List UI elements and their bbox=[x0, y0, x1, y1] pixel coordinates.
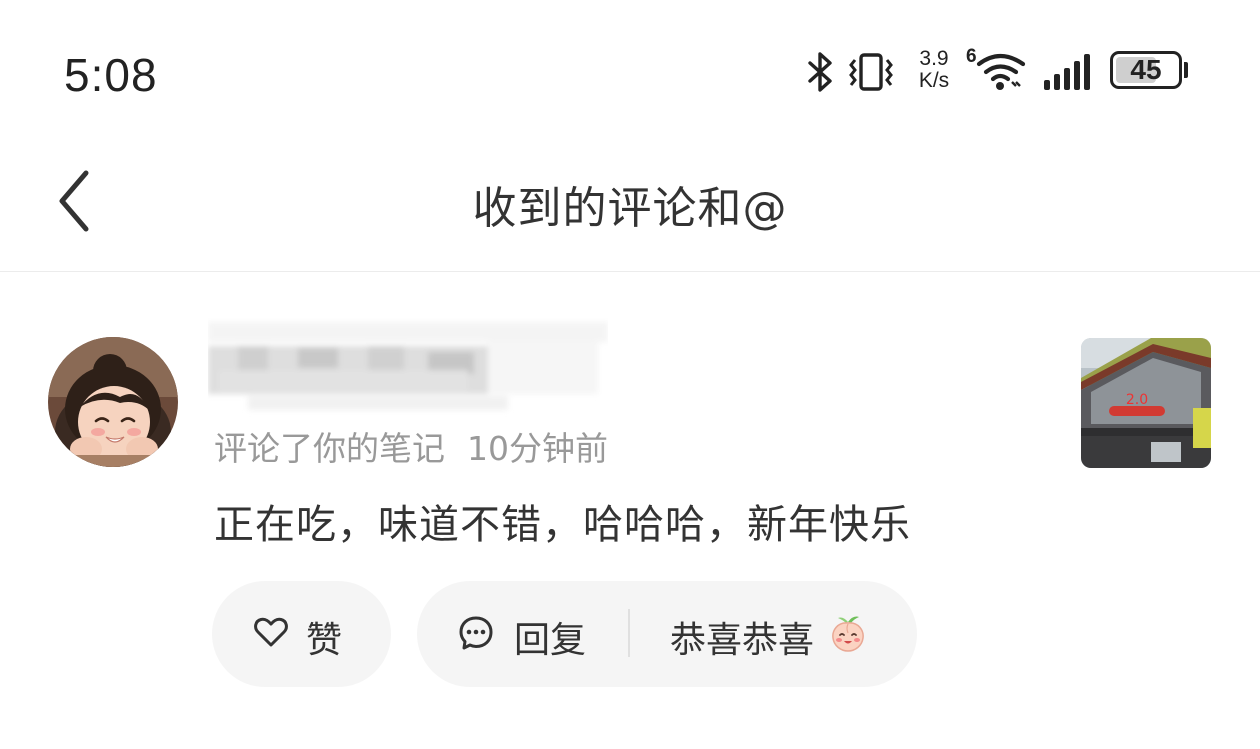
network-speed: 3.9 K/s bbox=[912, 48, 956, 92]
page-title: 收到的评论和@ bbox=[472, 183, 788, 234]
battery-icon: 45 bbox=[1110, 51, 1182, 89]
comment-text[interactable]: 正在吃，味道不错，哈哈哈，新年快乐 bbox=[214, 492, 911, 550]
username-blurred[interactable] bbox=[208, 318, 608, 418]
like-label[interactable]: 赞 bbox=[306, 611, 342, 663]
comment-time: 10分钟前 bbox=[467, 429, 608, 468]
bluetooth-icon bbox=[808, 52, 832, 92]
vibrate-icon bbox=[849, 53, 893, 91]
wifi-icon bbox=[976, 53, 1026, 90]
battery-level: 45 bbox=[1130, 54, 1162, 85]
peach-face-emoji-icon[interactable] bbox=[829, 613, 867, 653]
note-thumbnail[interactable]: 2.0 bbox=[1081, 338, 1211, 468]
wifi-badge: 6 bbox=[966, 46, 977, 67]
comment-action: 评论了你的笔记 bbox=[214, 429, 445, 468]
reply-label[interactable]: 回复 bbox=[514, 611, 586, 663]
header-divider bbox=[0, 271, 1260, 272]
like-button[interactable] bbox=[212, 581, 391, 687]
status-icons: 3.9 K/s 6 45 bbox=[800, 44, 1200, 104]
battery-tip bbox=[1184, 62, 1188, 78]
screen: 5:08 3.9 K/s 6 45 收到的评论和@ 评论了你的笔记 10分钟前 … bbox=[0, 0, 1260, 749]
comment-meta: 评论了你的笔记 10分钟前 bbox=[214, 422, 608, 470]
network-speed-value: 3.9 bbox=[919, 47, 949, 70]
chat-bubble-icon bbox=[459, 616, 493, 650]
signal-icon bbox=[1044, 54, 1090, 90]
status-time: 5:08 bbox=[64, 49, 158, 101]
quick-reply-suggestion[interactable]: 恭喜恭喜 bbox=[670, 611, 814, 663]
network-speed-unit: K/s bbox=[918, 69, 950, 92]
reply-divider bbox=[628, 609, 630, 657]
avatar[interactable] bbox=[48, 337, 178, 467]
svg-text:2.0: 2.0 bbox=[1126, 392, 1148, 408]
heart-icon bbox=[254, 617, 288, 647]
